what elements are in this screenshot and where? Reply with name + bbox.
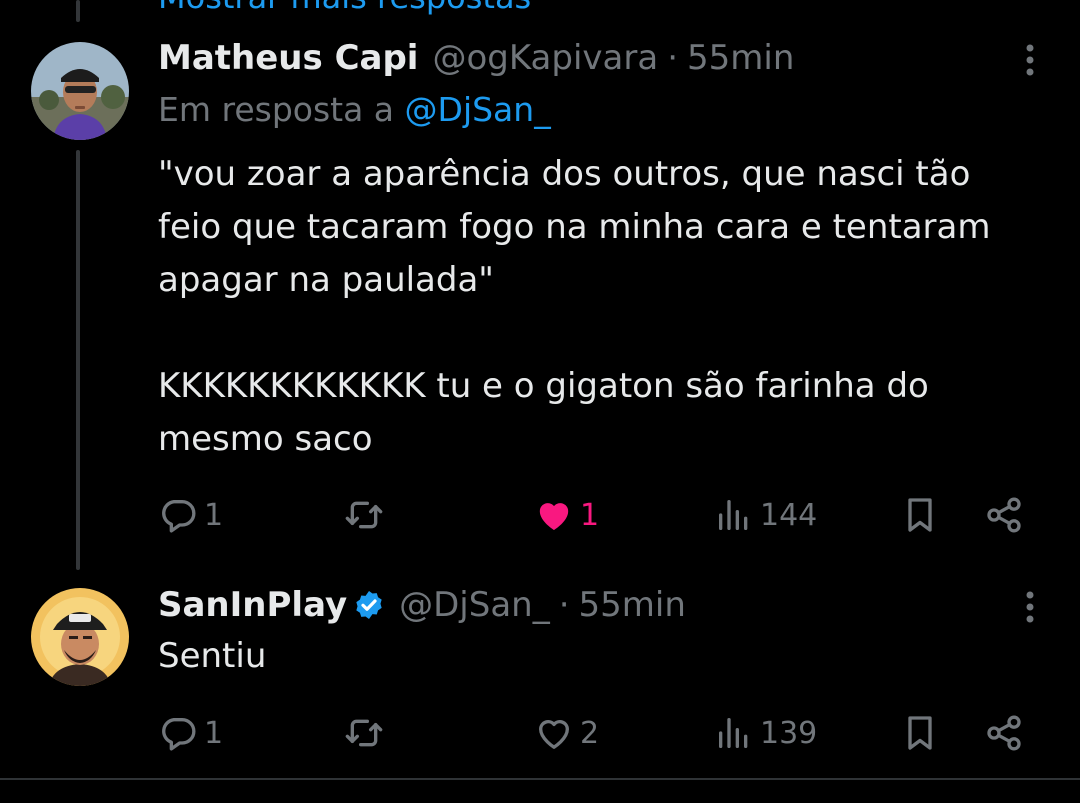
heart-icon bbox=[534, 713, 574, 753]
heart-filled-icon bbox=[534, 495, 574, 535]
author-handle[interactable]: @DjSan_ bbox=[399, 585, 550, 625]
separator-dot: · bbox=[667, 38, 678, 78]
like-count: 2 bbox=[580, 715, 600, 751]
tweet-text: Sentiu bbox=[158, 636, 267, 676]
like-count: 1 bbox=[580, 497, 600, 533]
reply-icon bbox=[158, 713, 198, 753]
reply-button[interactable]: 1 bbox=[158, 490, 223, 540]
tweet-header: Matheus Capi @ogKapivara · 55min bbox=[158, 36, 794, 80]
retweet-icon bbox=[344, 495, 384, 535]
reply-mention-link[interactable]: @DjSan_ bbox=[405, 90, 551, 129]
tweet-text: "vou zoar a aparência dos outros, que na… bbox=[158, 154, 991, 459]
separator-dot: · bbox=[558, 585, 570, 625]
show-more-replies-link[interactable]: Mostrar mais respostas bbox=[158, 0, 531, 16]
views-button[interactable]: 139 bbox=[714, 708, 817, 758]
like-button[interactable]: 2 bbox=[534, 708, 599, 758]
bookmark-icon bbox=[900, 495, 940, 535]
timestamp[interactable]: 55min bbox=[687, 38, 794, 78]
bookmark-button[interactable] bbox=[900, 708, 940, 758]
more-icon[interactable] bbox=[1020, 40, 1040, 80]
reply-context: Em resposta a @DjSan_ bbox=[158, 90, 551, 129]
author-handle[interactable]: @ogKapivara bbox=[432, 38, 658, 78]
share-icon bbox=[984, 713, 1024, 753]
tweet-actions: 1 2 139 bbox=[158, 708, 1038, 758]
thread-connector-line bbox=[76, 150, 80, 570]
bookmark-button[interactable] bbox=[900, 490, 940, 540]
avatar[interactable] bbox=[31, 42, 129, 140]
reply-prefix: Em resposta a bbox=[158, 90, 405, 129]
avatar-illustration bbox=[31, 588, 129, 686]
like-button[interactable]: 1 bbox=[534, 490, 599, 540]
retweet-button[interactable] bbox=[344, 490, 390, 540]
avatar[interactable] bbox=[31, 588, 129, 686]
more-icon[interactable] bbox=[1020, 587, 1040, 627]
views-button[interactable]: 144 bbox=[714, 490, 817, 540]
share-button[interactable] bbox=[984, 708, 1024, 758]
views-count: 139 bbox=[760, 715, 818, 751]
views-icon bbox=[714, 713, 754, 753]
share-button[interactable] bbox=[984, 490, 1024, 540]
author-name[interactable]: Matheus Capi bbox=[158, 38, 418, 78]
verified-badge-icon bbox=[353, 589, 385, 621]
views-count: 144 bbox=[760, 497, 818, 533]
timestamp[interactable]: 55min bbox=[579, 585, 686, 625]
divider bbox=[0, 778, 1080, 780]
retweet-button[interactable] bbox=[344, 708, 390, 758]
reply-thread: Mostrar mais respostas Matheus Capi @ogK… bbox=[0, 0, 1080, 803]
reply-count: 1 bbox=[204, 715, 224, 751]
author-name[interactable]: SanInPlay bbox=[158, 585, 347, 625]
share-icon bbox=[984, 495, 1024, 535]
avatar-photo bbox=[31, 42, 129, 140]
views-icon bbox=[714, 495, 754, 535]
bookmark-icon bbox=[900, 713, 940, 753]
reply-count: 1 bbox=[204, 497, 224, 533]
retweet-icon bbox=[344, 713, 384, 753]
thread-connector-line bbox=[76, 0, 80, 22]
tweet-header: SanInPlay @DjSan_ · 55min bbox=[158, 583, 686, 627]
tweet-actions: 1 1 144 bbox=[158, 490, 1038, 540]
reply-icon bbox=[158, 495, 198, 535]
reply-button[interactable]: 1 bbox=[158, 708, 223, 758]
